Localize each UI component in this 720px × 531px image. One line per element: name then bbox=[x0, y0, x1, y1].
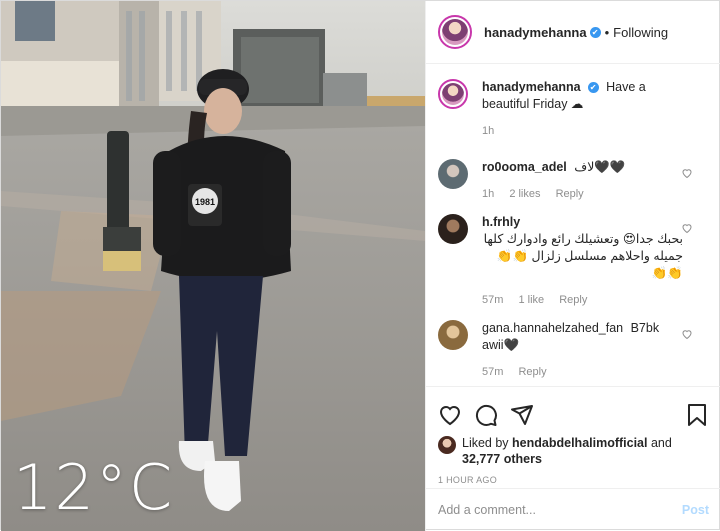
comment-like-heart-icon[interactable] bbox=[681, 167, 693, 179]
comment-likes[interactable]: 2 likes bbox=[509, 188, 540, 200]
commenter-username[interactable]: ro0ooma_adel bbox=[482, 160, 567, 174]
bookmark-icon[interactable] bbox=[685, 403, 709, 427]
comment-like-heart-icon[interactable] bbox=[681, 328, 693, 340]
comment-time[interactable]: 57m bbox=[482, 294, 503, 306]
commenter-avatar[interactable] bbox=[438, 159, 468, 189]
likes-summary: Liked by hendabdelhalimofficial and 32,7… bbox=[438, 435, 709, 467]
instagram-post: 1981 12°C hanadymehanna ✔ • Following ha… bbox=[0, 0, 720, 531]
verified-badge-icon: ✔ bbox=[589, 26, 601, 38]
temperature-sticker: 12°C bbox=[13, 451, 175, 524]
comment-text: بحبك جدا😍 وتعشيلك رائع وادوارك كلها جميل… bbox=[483, 232, 683, 280]
commenter-username[interactable]: h.frhly bbox=[482, 215, 520, 229]
likes-prefix: Liked by bbox=[462, 436, 509, 450]
liker-username[interactable]: hendabdelhalimofficial bbox=[512, 436, 647, 450]
comment-item: h.frhly بحبك جدا😍 وتعشيلك رائع وادوارك ك… bbox=[438, 214, 705, 306]
share-icon[interactable] bbox=[510, 403, 534, 427]
caption-avatar[interactable] bbox=[438, 79, 468, 109]
reply-button[interactable]: Reply bbox=[518, 366, 546, 378]
heart-icon[interactable] bbox=[438, 403, 462, 427]
action-icons bbox=[438, 395, 709, 435]
comment-item: ro0ooma_adel لاف🖤🖤 1h 2 likes Reply bbox=[438, 159, 705, 200]
comment-likes[interactable]: 1 like bbox=[518, 294, 544, 306]
post-header: hanadymehanna ✔ • Following bbox=[426, 1, 720, 64]
post-comment-button[interactable]: Post bbox=[682, 503, 709, 517]
commenter-avatar[interactable] bbox=[438, 214, 468, 244]
caption-time[interactable]: 1h bbox=[482, 125, 494, 137]
liker-avatar[interactable] bbox=[438, 436, 456, 454]
likes-and: and bbox=[650, 436, 672, 450]
add-comment-input[interactable] bbox=[438, 503, 682, 517]
caption-username[interactable]: hanadymehanna bbox=[482, 80, 581, 94]
reply-button[interactable]: Reply bbox=[556, 188, 584, 200]
comment-icon[interactable] bbox=[474, 403, 498, 427]
author-avatar[interactable] bbox=[438, 15, 472, 49]
post-timestamp[interactable]: 1 HOUR AGO bbox=[438, 475, 709, 485]
comment-item: gana.hannahelzahed_fan B7bk awii🖤 57m Re… bbox=[438, 320, 705, 378]
comment-like-heart-icon[interactable] bbox=[681, 222, 693, 234]
add-comment-bar: Post bbox=[426, 488, 720, 531]
follow-separator: • bbox=[604, 24, 610, 40]
comment-text: لاف🖤🖤 bbox=[574, 160, 626, 174]
author-username[interactable]: hanadymehanna bbox=[484, 25, 587, 40]
post-side-panel: hanadymehanna ✔ • Following hanadymehann… bbox=[425, 1, 720, 531]
commenter-username[interactable]: gana.hannahelzahed_fan bbox=[482, 321, 623, 335]
comment-time[interactable]: 57m bbox=[482, 366, 503, 378]
action-bar: Liked by hendabdelhalimofficial and 32,7… bbox=[426, 386, 720, 485]
follow-status-button[interactable]: Following bbox=[613, 25, 668, 40]
verified-badge-icon: ✔ bbox=[587, 82, 599, 94]
likes-others-count[interactable]: 32,777 others bbox=[462, 452, 542, 466]
reply-button[interactable]: Reply bbox=[559, 294, 587, 306]
cup-label: 1981 bbox=[195, 197, 215, 207]
commenter-avatar[interactable] bbox=[438, 320, 468, 350]
post-photo[interactable]: 1981 12°C bbox=[1, 1, 425, 531]
comments-list[interactable]: hanadymehanna ✔ Have a beautiful Friday ☁… bbox=[426, 73, 720, 381]
caption: hanadymehanna ✔ Have a beautiful Friday ☁… bbox=[438, 79, 705, 137]
comment-time[interactable]: 1h bbox=[482, 188, 494, 200]
